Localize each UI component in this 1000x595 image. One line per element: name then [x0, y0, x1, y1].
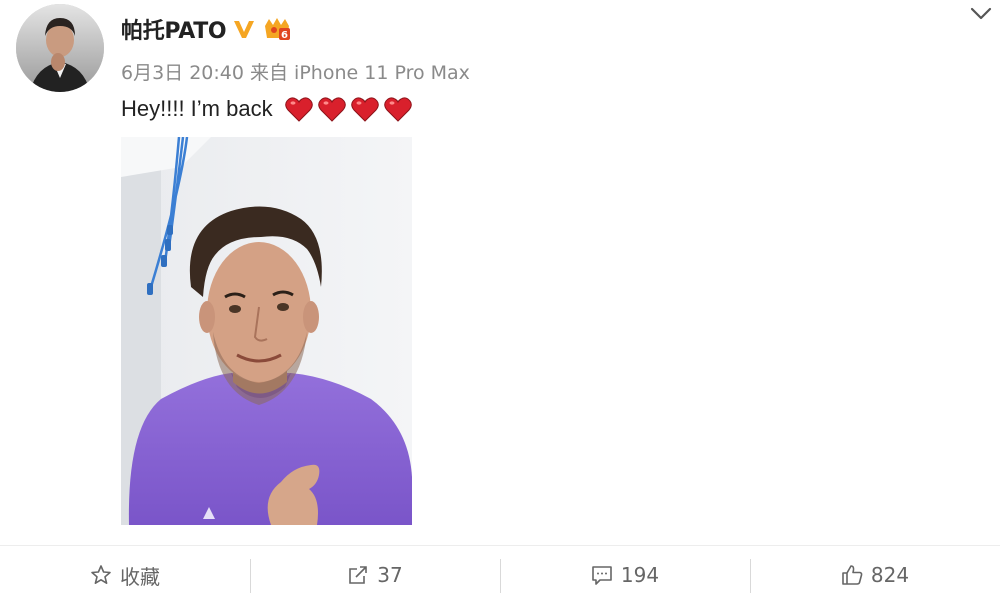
- like-button[interactable]: 824: [750, 555, 1000, 595]
- post-content: Hey!!!! I’m back: [121, 93, 412, 125]
- heart-icon: [383, 96, 412, 122]
- share-icon: [349, 566, 368, 584]
- favorite-button[interactable]: 收藏: [0, 555, 250, 595]
- comment-button[interactable]: 194: [500, 555, 750, 595]
- like-icon: [842, 565, 863, 585]
- avatar[interactable]: [16, 4, 104, 92]
- divider: [0, 545, 1000, 546]
- comment-icon: [592, 566, 612, 585]
- author-row: 帕托PATO 6: [121, 14, 292, 44]
- heart-icon: [317, 96, 346, 122]
- post-text: Hey!!!! I’m back: [121, 96, 273, 121]
- heart-icon: [284, 96, 313, 122]
- action-bar: 收藏 37 194 824: [0, 555, 1000, 595]
- share-button[interactable]: 37: [250, 555, 500, 595]
- post-photo[interactable]: [121, 137, 412, 525]
- author-name[interactable]: 帕托PATO: [121, 13, 227, 45]
- svg-text:6: 6: [281, 30, 288, 41]
- member-level-icon: 6: [262, 16, 292, 42]
- comment-count: 194: [620, 563, 660, 587]
- verified-badge-icon: [232, 17, 256, 41]
- chevron-down-icon[interactable]: [970, 6, 992, 22]
- like-count: 824: [870, 563, 910, 587]
- heart-icon: [350, 96, 379, 122]
- favorite-label: 收藏: [120, 564, 160, 589]
- share-count: 37: [377, 563, 403, 587]
- star-icon: [91, 565, 111, 584]
- heart-emoji-group: [284, 96, 412, 122]
- post-meta: 6月3日 20:40 来自 iPhone 11 Pro Max: [121, 62, 470, 84]
